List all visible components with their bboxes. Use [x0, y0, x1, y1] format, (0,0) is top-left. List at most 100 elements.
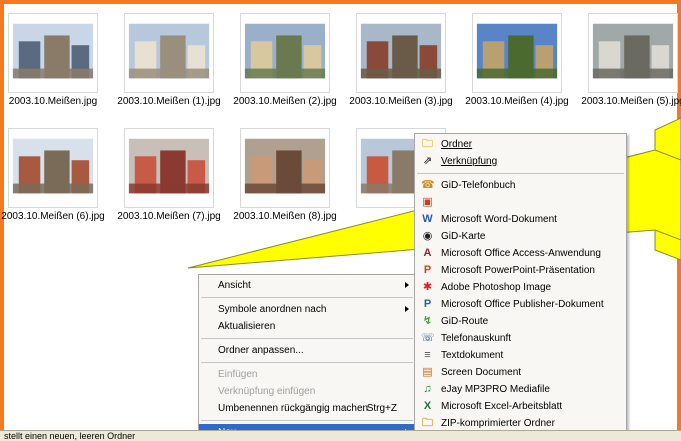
file-thumbnail[interactable]	[472, 13, 562, 93]
new-item-media-file[interactable]: ♫ eJay MP3PRO Mediafile	[415, 381, 626, 398]
photoshop-icon: ✱	[422, 281, 433, 293]
powerpoint-icon: P	[423, 264, 432, 276]
file-name-label[interactable]: 2003.10.Meißen (1).jpg	[109, 96, 229, 107]
file-name-label[interactable]: 2003.10.Meißen (3).jpg	[341, 96, 461, 107]
file-name-label[interactable]: 2003.10.Meißen (4).jpg	[457, 96, 577, 107]
new-item-access[interactable]: A Microsoft Office Access-Anwendung	[415, 245, 626, 262]
file-name-label[interactable]: 2003.10.Meißen (6).jpg	[0, 211, 113, 222]
new-submenu: 🗀 Ordner ⇗ Verknüpfung ☎ GiD-Telefonbuch ▣ W Mic…	[414, 133, 627, 435]
file-thumbnail[interactable]	[240, 128, 330, 208]
new-item-label: Adobe Photoshop Image	[441, 282, 552, 293]
zip-folder-icon: 🗀	[422, 417, 433, 429]
photo-image	[241, 14, 329, 92]
new-item-map[interactable]: ◉ GiD-Karte	[415, 228, 626, 245]
new-item-route[interactable]: ↯ GiD-Route	[415, 313, 626, 330]
new-item-label: Ordner	[441, 139, 473, 150]
phonebook-icon: ☎	[421, 179, 435, 191]
route-icon: ↯	[422, 315, 433, 327]
new-item-generic-doc[interactable]: ▣	[415, 194, 626, 211]
generic-doc-icon: ▣	[422, 196, 433, 208]
menu-item-verknüpfung-einfügen[interactable]: Verknüpfung einfügen	[199, 383, 415, 400]
menu-item-einfügen[interactable]: Einfügen	[199, 366, 415, 383]
new-item-label: Screen Document	[441, 367, 522, 378]
file-name-label[interactable]: 2003.10.Meißen (2).jpg	[225, 96, 345, 107]
text-document-icon: ≡	[424, 349, 431, 361]
new-item-phonebook[interactable]: ☎ GiD-Telefonbuch	[415, 177, 626, 194]
new-item-label: GiD-Karte	[441, 231, 486, 242]
media-file-icon: ♫	[423, 383, 432, 395]
new-item-label: eJay MP3PRO Mediafile	[441, 384, 550, 395]
photo-image	[241, 129, 329, 207]
menu-item-symbole-anordnen-nach[interactable]: Symbole anordnen nach	[199, 301, 415, 318]
photo-image	[125, 14, 213, 92]
photo-image	[9, 14, 97, 92]
photo-image	[473, 14, 561, 92]
file-thumbnail[interactable]	[588, 13, 678, 93]
context-menu: Ansicht Symbole anordnen nach Aktualisiere…	[198, 274, 416, 441]
new-item-label: Telefonauskunft	[441, 333, 512, 344]
new-item-label: GiD-Telefonbuch	[441, 180, 516, 191]
status-text: stellt einen neuen, leeren Ordner	[4, 431, 136, 441]
new-item-shortcut[interactable]: ⇗ Verknüpfung	[415, 153, 626, 170]
menu-item-label: Symbole anordnen nach	[218, 304, 327, 315]
new-item-telephone-info[interactable]: ☏ Telefonauskunft	[415, 330, 626, 347]
new-item-powerpoint[interactable]: P Microsoft PowerPoint-Präsentation	[415, 262, 626, 279]
screen-document-icon: ▤	[422, 366, 433, 378]
new-item-folder[interactable]: 🗀 Ordner	[415, 136, 626, 153]
new-item-word[interactable]: W Microsoft Word-Dokument	[415, 211, 626, 228]
new-item-label: Microsoft Office Publisher-Dokument	[441, 299, 604, 310]
shortcut-icon: ⇗	[422, 155, 433, 167]
menu-separator	[417, 173, 624, 174]
telephone-info-icon: ☏	[421, 332, 435, 344]
menu-item-label: Aktualisieren	[218, 321, 276, 332]
submenu-arrow-icon	[405, 282, 409, 288]
photo-image	[9, 129, 97, 207]
new-item-label: Microsoft Excel-Arbeitsblatt	[441, 401, 563, 412]
menu-item-ordner-anpassen[interactable]: Ordner anpassen...	[199, 342, 415, 359]
map-icon: ◉	[422, 230, 433, 242]
menu-item-label: Ordner anpassen...	[218, 345, 304, 356]
new-item-photoshop[interactable]: ✱ Adobe Photoshop Image	[415, 279, 626, 296]
file-name-label[interactable]: 2003.10.Meißen.jpg	[0, 96, 113, 107]
menu-item-label: Ansicht	[218, 280, 251, 291]
menu-item-umbenennen-rückgängig-machen[interactable]: Umbenennen rückgängig machen Strg+Z	[199, 400, 415, 417]
file-thumbnail[interactable]	[124, 13, 214, 93]
file-thumbnail[interactable]	[124, 128, 214, 208]
file-name-label[interactable]: 2003.10.Meißen (5).jpg	[573, 96, 681, 107]
menu-separator	[201, 362, 413, 363]
menu-separator	[201, 338, 413, 339]
file-name-label[interactable]: 2003.10.Meißen (8).jpg	[225, 211, 345, 222]
file-thumbnail[interactable]	[8, 13, 98, 93]
status-bar: stellt einen neuen, leeren Ordner	[0, 430, 681, 441]
folder-icon: 🗀	[422, 138, 433, 150]
menu-item-aktualisieren[interactable]: Aktualisieren	[199, 318, 415, 335]
photo-image	[357, 14, 445, 92]
menu-item-shortcut: Strg+Z	[366, 403, 397, 414]
menu-item-label: Umbenennen rückgängig machen	[218, 403, 369, 414]
photo-image	[125, 129, 213, 207]
excel-icon: X	[423, 400, 432, 412]
publisher-icon: P	[423, 298, 432, 310]
new-item-label: GiD-Route	[441, 316, 489, 327]
new-item-label: Textdokument	[441, 350, 504, 361]
new-item-label: Microsoft Office Access-Anwendung	[441, 248, 601, 259]
menu-separator	[201, 420, 413, 421]
new-item-label: Verknüpfung	[441, 156, 498, 167]
menu-separator	[201, 297, 413, 298]
file-thumbnail[interactable]	[356, 13, 446, 93]
new-item-screen-document[interactable]: ▤ Screen Document	[415, 364, 626, 381]
new-item-label: Microsoft Word-Dokument	[441, 214, 557, 225]
new-item-excel[interactable]: X Microsoft Excel-Arbeitsblatt	[415, 398, 626, 415]
file-thumbnail[interactable]	[8, 128, 98, 208]
access-icon: A	[423, 247, 432, 259]
new-item-text-document[interactable]: ≡ Textdokument	[415, 347, 626, 364]
new-item-publisher[interactable]: P Microsoft Office Publisher-Dokument	[415, 296, 626, 313]
word-icon: W	[422, 213, 433, 225]
menu-item-label: Einfügen	[218, 369, 258, 380]
submenu-arrow-icon	[405, 306, 409, 312]
file-thumbnail[interactable]	[240, 13, 330, 93]
menu-item-label: Verknüpfung einfügen	[218, 386, 316, 397]
file-name-label[interactable]: 2003.10.Meißen (7).jpg	[109, 211, 229, 222]
menu-item-ansicht[interactable]: Ansicht	[199, 277, 415, 294]
photo-image	[589, 14, 677, 92]
